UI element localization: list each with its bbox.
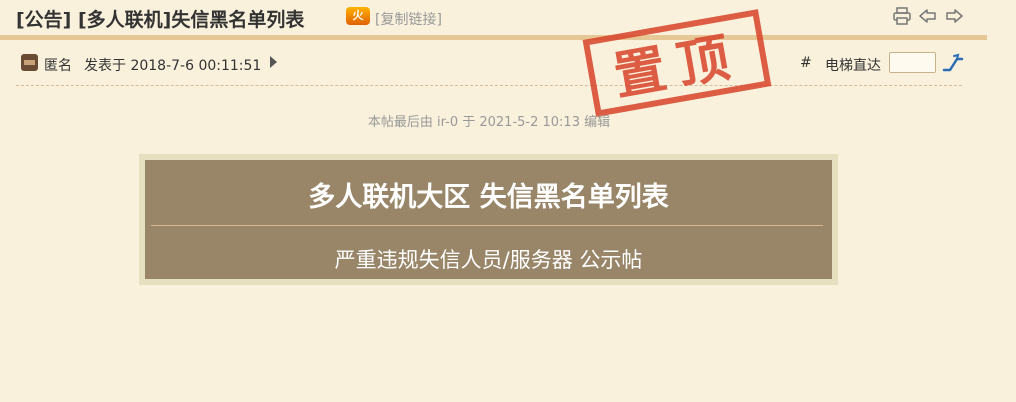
thread-title: [公告] [多人联机]失信黑名单列表 (16, 9, 305, 31)
announcement-banner: 多人联机大区 失信黑名单列表 严重违规失信人员/服务器 公示帖 (139, 154, 838, 285)
thread-toolbar (892, 6, 964, 26)
post-timestamp: 发表于 2018-7-6 00:11:51 (84, 58, 262, 74)
elevator-go-icon[interactable] (942, 53, 964, 73)
printer-icon[interactable] (892, 6, 912, 26)
edit-note: 本帖最后由 ir-0 于 2021-5-2 10:13 编辑 (367, 115, 611, 130)
elevator-label: 电梯直达 (825, 58, 881, 74)
banner-divider (151, 225, 823, 226)
thread-header: [公告] [多人联机]失信黑名单列表 火 [复制链接] (0, 0, 987, 36)
hot-badge: 火 (346, 7, 370, 25)
author-name[interactable]: 匿名 (44, 55, 72, 75)
expand-arrow-icon[interactable] (270, 56, 277, 68)
next-thread-icon[interactable] (944, 6, 964, 26)
post-meta: 匿名 发表于 2018-7-6 00:11:51 # 电梯直达 (0, 48, 987, 78)
previous-thread-icon[interactable] (918, 6, 938, 26)
floor-link[interactable]: # (800, 55, 812, 71)
banner-title: 多人联机大区 失信黑名单列表 (308, 182, 669, 213)
meta-divider (16, 85, 962, 86)
banner-subtitle: 严重违规失信人员/服务器 公示帖 (334, 248, 643, 272)
copy-link-button[interactable]: [复制链接] (375, 9, 442, 29)
header-divider (0, 35, 987, 40)
avatar[interactable] (21, 54, 38, 71)
banner-panel: 多人联机大区 失信黑名单列表 严重违规失信人员/服务器 公示帖 (145, 160, 832, 279)
elevator-floor-input[interactable] (889, 52, 936, 73)
